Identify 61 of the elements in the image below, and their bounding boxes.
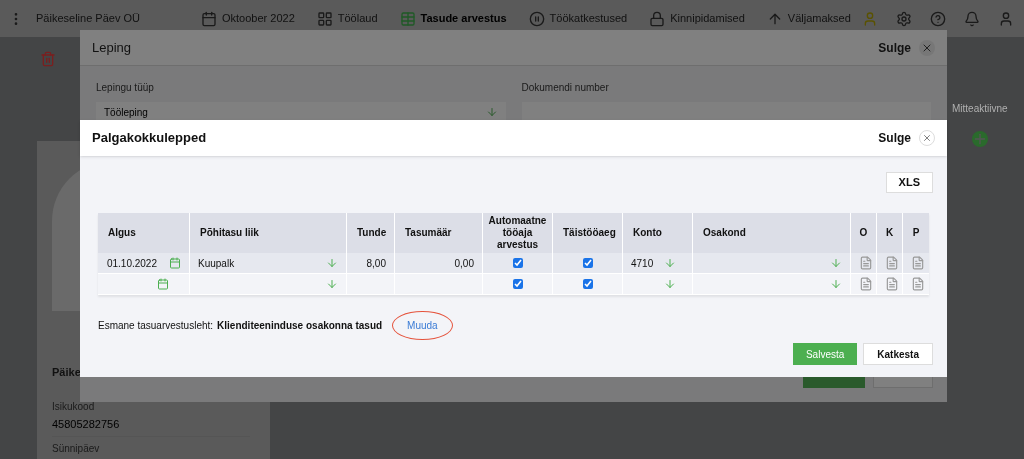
document-icon[interactable] [911, 277, 925, 291]
checkbox[interactable] [582, 279, 593, 289]
calendar-icon[interactable] [157, 278, 169, 290]
close-button[interactable]: Sulge [878, 129, 935, 147]
nav-link[interactable]: Töökatkestused [528, 10, 628, 27]
settings-icon[interactable] [896, 10, 912, 27]
field-label: Lepingu tüüp [96, 81, 155, 95]
select-field[interactable]: Tööleping [96, 102, 506, 122]
grid-icon [316, 10, 333, 27]
table-cell-text: 01.10.2022 [106, 256, 157, 271]
lock-icon [649, 10, 666, 27]
table-cell-text: 0,00 [454, 256, 474, 271]
add-icon[interactable] [972, 131, 988, 147]
close-button[interactable]: Sulge [878, 38, 935, 57]
nav-link[interactable]: Tasude arvestus [399, 10, 507, 27]
calendar-icon[interactable] [169, 257, 181, 269]
dropdown-arrow-icon [830, 257, 842, 269]
table-icon [399, 10, 416, 27]
calendar-icon [201, 10, 217, 27]
cancel-button[interactable]: Katkesta [863, 343, 933, 365]
dialog-title: Leping [92, 38, 132, 57]
input-field[interactable] [521, 102, 931, 122]
dropdown-arrow-icon [326, 257, 338, 269]
column-header: P [911, 226, 921, 240]
bell-icon[interactable] [964, 10, 980, 27]
table-cell-text: 4710 [631, 256, 654, 271]
field-value: 45805282756 [52, 416, 121, 432]
save-button[interactable]: Salvesta [792, 343, 858, 365]
change-link[interactable]: Muuda [407, 320, 438, 331]
document-icon[interactable] [859, 256, 873, 270]
nav-link[interactable]: Töölaud [316, 10, 378, 27]
nav-link[interactable]: Väljamaksed [766, 10, 851, 27]
field-label: Sünnipäev [52, 442, 101, 456]
status-label: Mitteaktiivne [952, 102, 1008, 116]
document-icon[interactable] [911, 256, 925, 270]
dropdown-arrow-icon [326, 278, 338, 290]
table-cell-text: 8,00 [366, 256, 386, 271]
export-button[interactable]: XLS [885, 172, 933, 193]
table-cell-text: Kuupalk [198, 256, 235, 271]
pause-icon [528, 10, 545, 27]
dropdown-arrow-icon [664, 257, 676, 269]
checkbox[interactable] [512, 279, 523, 289]
document-icon[interactable] [859, 277, 873, 291]
profile-icon[interactable] [998, 10, 1014, 27]
person-name: Päike [52, 365, 82, 380]
company-name: Päikeseline Päev OÜ [36, 11, 141, 27]
checkbox[interactable] [582, 258, 593, 268]
document-icon[interactable] [885, 277, 899, 291]
dropdown-arrow-icon [830, 278, 842, 290]
primary-sheet-label: Esmane tasuarvestusleht: [98, 319, 214, 333]
help-icon[interactable] [930, 10, 946, 27]
close-icon [919, 39, 935, 56]
dropdown-arrow-icon [485, 106, 498, 118]
dialog-title: Palgakokkulepped [92, 129, 207, 148]
checkbox[interactable] [512, 258, 523, 268]
nav-link[interactable]: Kinnipidamised [649, 10, 745, 27]
nav-link[interactable]: Oktoober 2022 [201, 10, 295, 27]
field-label: Dokumendi number [521, 81, 610, 95]
primary-sheet-name: Klienditeeninduse osakonna tasud [217, 319, 383, 333]
dropdown-arrow-icon [664, 278, 676, 290]
document-icon[interactable] [885, 256, 899, 270]
